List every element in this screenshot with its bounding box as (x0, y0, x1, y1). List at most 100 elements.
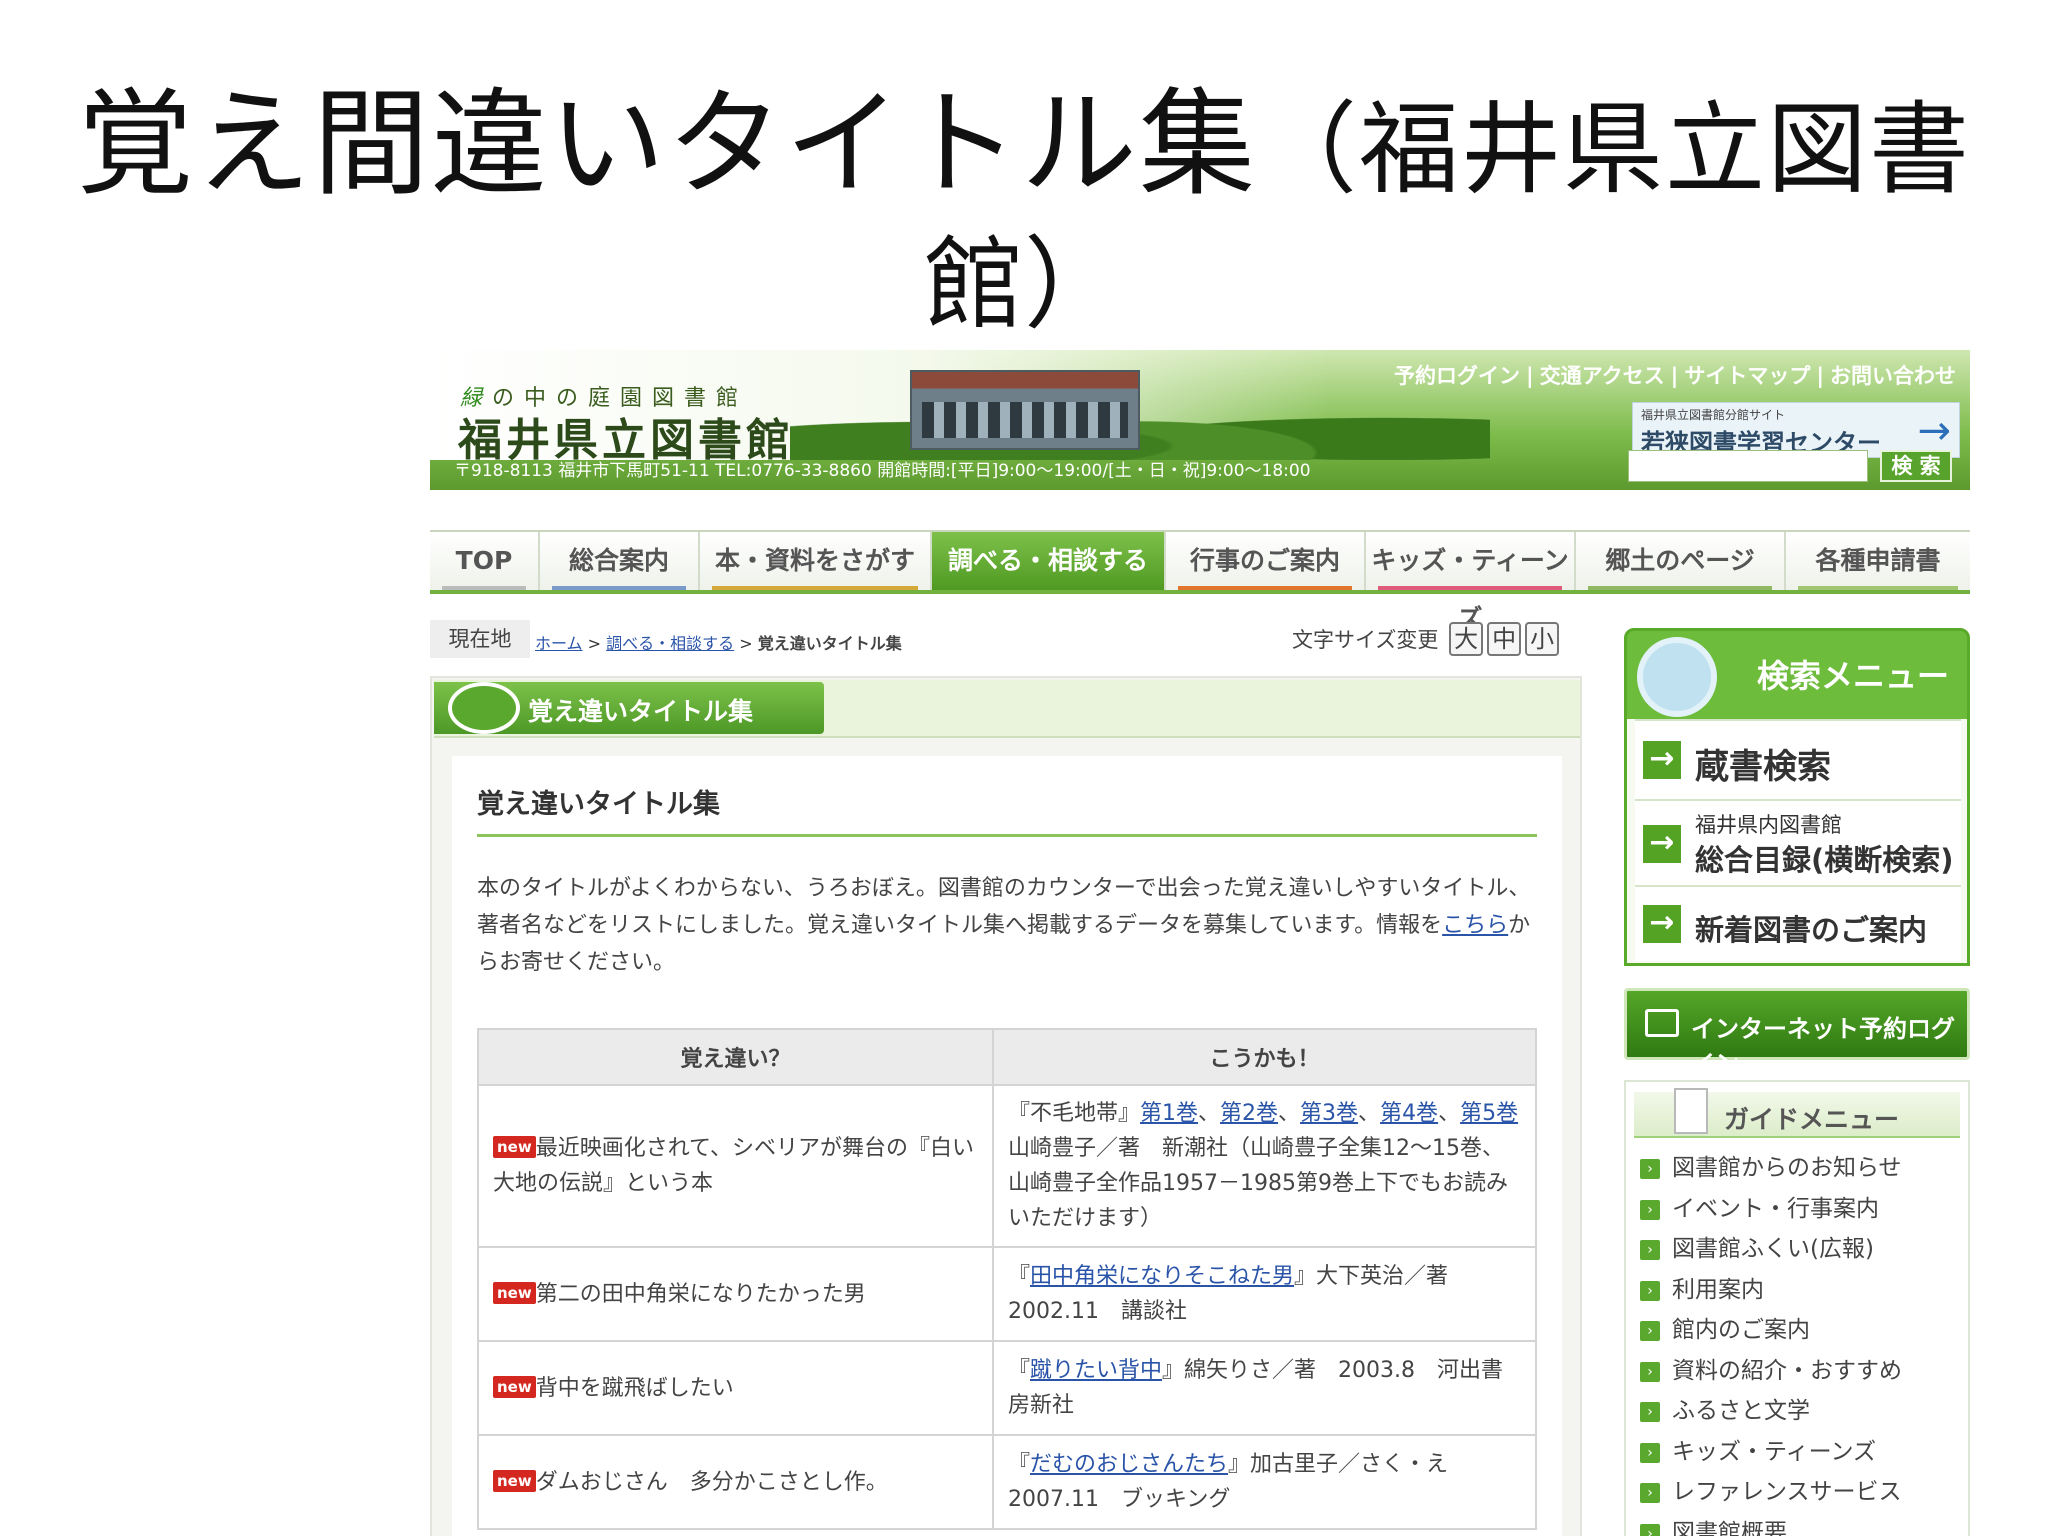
breadcrumb-label: 現在地 (430, 620, 530, 658)
search-button[interactable]: 検 索 (1880, 450, 1952, 482)
volume-1-link[interactable]: 第1巻 (1140, 1101, 1198, 1126)
bullet-arrow-icon: › (1640, 1280, 1660, 1301)
breadcrumb-research[interactable]: 調べる・相談する (606, 634, 734, 653)
font-size-control: 文字サイズ変更 大中小 (1292, 622, 1560, 656)
guide-menu-title: ガイドメニュー (1724, 1105, 1900, 1134)
slide-title-paren: （福井県立図書 (1257, 91, 1971, 208)
new-badge: new (493, 1375, 536, 1398)
breadcrumb-home[interactable]: ホーム (535, 634, 583, 653)
link-reservation-login[interactable]: 予約ログイン (1394, 364, 1520, 388)
bullet-arrow-icon: › (1640, 1442, 1660, 1463)
table-row: new 最近映画化されて、シベリアが舞台の『白い大地の伝説』という本 『不毛地帯』… (477, 1084, 1537, 1248)
guide-item-reference[interactable]: › レファレンスサービス (1640, 1472, 1902, 1513)
tab-local[interactable]: 郷土のページ (1576, 532, 1786, 590)
content-panel: 覚え違いタイトル集 本のタイトルがよくわからない、うろおぼえ。図書館のカウンター… (452, 756, 1562, 1536)
tab-top[interactable]: TOP (430, 532, 540, 590)
page-heading: 覚え違いタイトル集 (477, 789, 720, 820)
book-link[interactable]: 蹴りたい背中 (1030, 1358, 1162, 1383)
slide-title: 覚え間違いタイトル集（福井県立図書 館） (0, 70, 2048, 345)
font-size-medium-button[interactable]: 中 (1487, 622, 1522, 656)
guide-item-overview[interactable]: › 図書館概要 (1640, 1513, 1902, 1536)
link-access[interactable]: 交通アクセス (1540, 364, 1665, 388)
wrong-title: 背中を蹴飛ばしたい (535, 1375, 734, 1401)
bullet-arrow-icon: › (1640, 1240, 1660, 1260)
guide-item-news[interactable]: › 図書館からのお知らせ (1640, 1148, 1902, 1189)
content-banner: 覚え違いタイトル集 (434, 680, 1580, 738)
column-header-answer: こうかも！ (992, 1028, 1537, 1086)
guide-item-floor-guide[interactable]: › 館内のご案内 (1640, 1310, 1902, 1351)
new-badge: new (493, 1469, 536, 1492)
wrong-title: ダムおじさん 多分かこさとし作。 (535, 1469, 888, 1495)
breadcrumb-current: 覚え違いタイトル集 (757, 634, 902, 653)
site-header: 緑の中の庭園図書館 福井県立図書館 〒918-8113 福井市下馬町51-11 … (430, 350, 1970, 490)
internet-reservation-login-button[interactable]: インターネット予約ログイン (1624, 988, 1970, 1078)
arrow-right-icon: → (1643, 741, 1681, 779)
slide-title-line2: 館） (924, 226, 1124, 343)
site-address: 〒918-8113 福井市下馬町51-11 TEL:0776-33-8860 開… (454, 461, 1311, 481)
font-size-label: 文字サイズ変更 (1292, 628, 1439, 652)
new-badge: new (493, 1281, 536, 1304)
guide-item-kids-teens[interactable]: › キッズ・ティーンズ (1640, 1432, 1902, 1473)
guide-item-newsletter[interactable]: › 図書館ふくい(広報) (1640, 1229, 1902, 1270)
volume-5-link[interactable]: 第5巻 (1460, 1101, 1518, 1126)
bullet-arrow-icon: › (1640, 1483, 1660, 1503)
union-catalog-link[interactable]: → 福井県内図書館 総合目録(横断検索) (1635, 799, 1961, 885)
book-link[interactable]: 田中角栄になりそこねた男 (1030, 1264, 1294, 1289)
site-search-input[interactable] (1628, 450, 1868, 482)
book-link[interactable]: だむのおじさんたち (1030, 1452, 1228, 1477)
volume-2-link[interactable]: 第2巻 (1220, 1101, 1278, 1126)
search-menu: 検索メニュー → 蔵書検索 → 福井県内図書館 総合目録(横断検索) → 新着図… (1624, 628, 1970, 966)
main-content: 覚え違いタイトル集 覚え違いタイトル集 本のタイトルがよくわからない、うろおぼえ… (430, 676, 1582, 1536)
bullet-arrow-icon: › (1640, 1361, 1660, 1382)
tab-research[interactable]: 調べる・相談する (932, 532, 1166, 590)
tab-kids-teens[interactable]: キッズ・ティーンズ (1366, 532, 1576, 633)
tab-applications[interactable]: 各種申請書 (1786, 532, 1970, 590)
tab-general-info[interactable]: 総合案内 (540, 532, 700, 590)
bullet-arrow-icon: › (1640, 1523, 1660, 1536)
library-building-illustration (910, 370, 1140, 450)
link-contact[interactable]: お問い合わせ (1830, 364, 1956, 388)
heading-divider (477, 834, 1537, 837)
bullet-arrow-icon: › (1640, 1159, 1660, 1179)
table-header-row: 覚え違い？ こうかも！ (477, 1028, 1537, 1086)
wrong-title: 第二の田中角栄になりたかった男 (535, 1281, 866, 1307)
bullet-arrow-icon: › (1640, 1402, 1660, 1422)
main-nav: TOP 総合案内 本・資料をさがす 調べる・相談する 行事のご案内 キッズ・ティ… (430, 530, 1970, 633)
font-size-large-button[interactable]: 大 (1449, 622, 1484, 656)
new-books-link[interactable]: → 新着図書のご案内 (1635, 885, 1961, 961)
circle-icon (448, 682, 520, 734)
link-sitemap[interactable]: サイトマップ (1684, 364, 1810, 388)
document-icon (1674, 1088, 1708, 1134)
guide-item-events[interactable]: › イベント・行事案内 (1640, 1189, 1902, 1230)
volume-4-link[interactable]: 第4巻 (1380, 1101, 1438, 1126)
intro-text: 本のタイトルがよくわからない、うろおぼえ。図書館のカウンターで出会った覚え違いし… (477, 876, 1531, 975)
guide-item-hometown-literature[interactable]: › ふるさと文学 (1640, 1391, 1902, 1432)
library-webpage: 緑の中の庭園図書館 福井県立図書館 〒918-8113 福井市下馬町51-11 … (430, 350, 1970, 1536)
arrow-right-icon: → (1643, 825, 1681, 863)
content-banner-title: 覚え違いタイトル集 (528, 697, 754, 726)
bullet-arrow-icon: › (1640, 1321, 1660, 1341)
bullet-arrow-icon: › (1640, 1199, 1660, 1220)
slide-title-main: 覚え間違いタイトル集 (77, 77, 1257, 212)
submit-info-link[interactable]: こちら (1442, 913, 1508, 938)
arrow-right-icon: → (1917, 408, 1951, 454)
guide-menu: ガイドメニュー › 図書館からのお知らせ › イベント・行事案内 › 図書館ふくい(広… (1624, 1080, 1970, 1536)
magnifier-icon (1637, 637, 1717, 717)
breadcrumb: ホーム > 調べる・相談する > 覚え違いタイトル集 (535, 634, 902, 653)
wrong-title: 最近映画化されて、シベリアが舞台の『白い大地の伝説』という本 (493, 1136, 974, 1196)
arrow-right-icon: → (1643, 905, 1681, 943)
guide-item-recommendations[interactable]: › 資料の紹介・おすすめ (1640, 1351, 1902, 1392)
guide-item-usage[interactable]: › 利用案内 (1640, 1270, 1902, 1311)
monitor-icon (1645, 1009, 1679, 1037)
tab-find-materials[interactable]: 本・資料をさがす (700, 532, 932, 590)
catalog-search-link[interactable]: → 蔵書検索 (1635, 719, 1961, 799)
top-links: 予約ログイン | 交通アクセス | サイトマップ | お問い合わせ (1394, 364, 1956, 388)
search-menu-title: 検索メニュー (1757, 657, 1950, 695)
table-row: new 背中を蹴飛ばしたい 『蹴りたい背中』綿矢りさ／著 2003.8 河出書房新… (477, 1340, 1537, 1436)
title-table: 覚え違い？ こうかも！ new 最近映画化されて、シベリアが舞台の『白い大地の伝説… (477, 1028, 1537, 1530)
table-row: new 第二の田中角栄になりたかった男 『田中角栄になりそこねた男』大下英治／著 … (477, 1246, 1537, 1342)
tab-events[interactable]: 行事のご案内 (1166, 532, 1366, 590)
column-header-wrong: 覚え違い？ (477, 1028, 994, 1086)
volume-3-link[interactable]: 第3巻 (1300, 1101, 1358, 1126)
font-size-small-button[interactable]: 小 (1525, 622, 1560, 656)
